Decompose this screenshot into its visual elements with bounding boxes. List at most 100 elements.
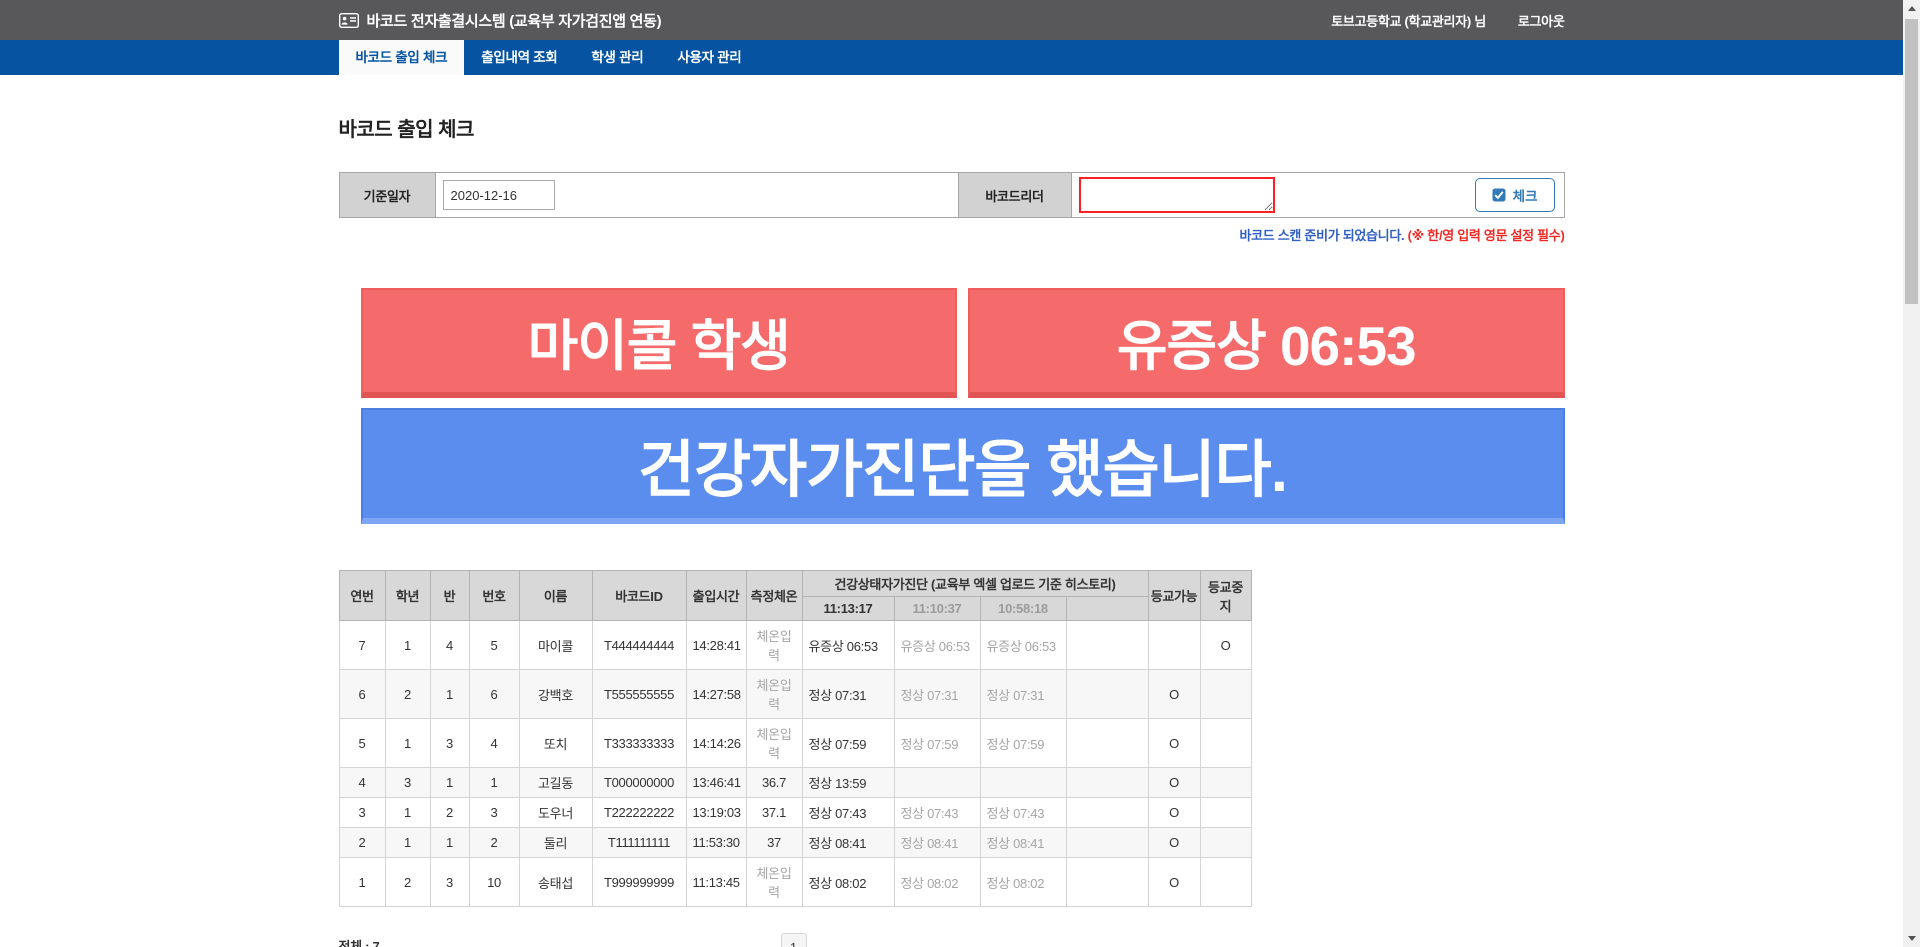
table-cell: T999999999 xyxy=(592,858,686,907)
table-cell: 14:14:26 xyxy=(686,719,746,768)
table-cell: 1 xyxy=(385,828,430,858)
table-cell xyxy=(980,768,1066,798)
table-cell: 정상 07:31 xyxy=(980,670,1066,719)
table-cell: 정상 07:43 xyxy=(894,798,980,828)
logout-link[interactable]: 로그아웃 xyxy=(1518,11,1565,30)
scrollbar-thumb[interactable] xyxy=(1905,19,1918,304)
table-cell: 정상 08:41 xyxy=(894,828,980,858)
table-cell: O xyxy=(1148,858,1200,907)
table-cell: 정상 07:31 xyxy=(894,670,980,719)
table-cell: 유증상 06:53 xyxy=(802,621,894,670)
table-cell: O xyxy=(1200,621,1251,670)
app-header: 바코드 전자출결시스템 (교육부 자가검진앱 연동) 토브고등학교 (학교관리자… xyxy=(0,0,1903,40)
scan-result-area: 마이콜 학생 유증상 06:53 건강자가진단을 했습니다. xyxy=(339,288,1565,524)
table-cell: 4 xyxy=(339,768,385,798)
col-header-history-2: 11:10:37 xyxy=(894,597,980,621)
table-row: 2112둘리T11111111111:53:3037정상 08:41정상 08:… xyxy=(339,828,1251,858)
table-cell: 정상 07:43 xyxy=(802,798,894,828)
col-header-class: 반 xyxy=(430,571,469,621)
table-cell: 정상 07:59 xyxy=(802,719,894,768)
scroll-down-arrow[interactable] xyxy=(1903,930,1920,947)
table-cell xyxy=(1066,621,1148,670)
date-label: 기준일자 xyxy=(340,173,436,217)
table-cell: 14:28:41 xyxy=(686,621,746,670)
table-cell: 또치 xyxy=(519,719,592,768)
diagnosis-message-box: 건강자가진단을 했습니다. xyxy=(361,408,1565,524)
table-row: 4311고길동T00000000013:46:4136.7정상 13:59O xyxy=(339,768,1251,798)
check-button-label: 체크 xyxy=(1513,185,1538,205)
app-title: 바코드 전자출결시스템 (교육부 자가검진앱 연동) xyxy=(367,10,662,31)
table-cell: 2 xyxy=(339,828,385,858)
table-cell: 2 xyxy=(385,670,430,719)
table-cell: 고길동 xyxy=(519,768,592,798)
table-cell: O xyxy=(1148,798,1200,828)
scroll-up-arrow[interactable] xyxy=(1903,0,1920,17)
table-cell: T333333333 xyxy=(592,719,686,768)
table-cell: 11:13:45 xyxy=(686,858,746,907)
table-cell: 정상 08:02 xyxy=(894,858,980,907)
table-cell: O xyxy=(1148,670,1200,719)
pagination-page-1[interactable]: 1 xyxy=(781,933,807,947)
barcode-reader-input[interactable] xyxy=(1079,177,1275,213)
table-cell: T555555555 xyxy=(592,670,686,719)
table-footer: 전체 : 7 1 xyxy=(339,933,1251,947)
table-cell xyxy=(1066,768,1148,798)
table-cell: 5 xyxy=(469,621,519,670)
total-count: 전체 : 7 xyxy=(339,939,380,947)
table-cell: 6 xyxy=(469,670,519,719)
col-header-history-3: 10:58:18 xyxy=(980,597,1066,621)
table-cell: T444444444 xyxy=(592,621,686,670)
group-header-self-diagnosis: 건강상태자가진단 (교육부 엑셀 업로드 기준 히스토리) xyxy=(802,571,1148,597)
col-header-history-1: 11:13:17 xyxy=(802,597,894,621)
check-button[interactable]: 체크 xyxy=(1475,178,1555,212)
table-cell: 3 xyxy=(385,768,430,798)
col-header-temperature: 측정체온 xyxy=(746,571,802,621)
table-cell xyxy=(1066,798,1148,828)
table-cell: T000000000 xyxy=(592,768,686,798)
vertical-scrollbar[interactable] xyxy=(1903,0,1920,947)
table-cell: 5 xyxy=(339,719,385,768)
col-header-no: 연번 xyxy=(339,571,385,621)
table-cell: 11:53:30 xyxy=(686,828,746,858)
table-cell xyxy=(1148,621,1200,670)
temp-input-link[interactable]: 체온입력 xyxy=(746,719,802,768)
table-cell: 1 xyxy=(385,798,430,828)
date-input[interactable] xyxy=(443,180,555,210)
tab-barcode-entry-check[interactable]: 바코드 출입 체크 xyxy=(339,40,465,75)
table-cell: 13:19:03 xyxy=(686,798,746,828)
col-header-entry-time: 출입시간 xyxy=(686,571,746,621)
table-cell: 3 xyxy=(430,719,469,768)
table-cell: 유증상 06:53 xyxy=(980,621,1066,670)
table-cell xyxy=(1066,828,1148,858)
scan-form: 기준일자 바코드리더 체크 xyxy=(339,172,1565,218)
table-cell: 1 xyxy=(430,768,469,798)
table-cell: 정상 07:59 xyxy=(980,719,1066,768)
table-cell: 2 xyxy=(469,828,519,858)
table-row: 5134또치T33333333314:14:26체온입력정상 07:59정상 0… xyxy=(339,719,1251,768)
table-cell: 정상 07:43 xyxy=(980,798,1066,828)
table-row: 12310송태섭T99999999911:13:45체온입력정상 08:02정상… xyxy=(339,858,1251,907)
table-cell: 13:46:41 xyxy=(686,768,746,798)
tab-entry-history[interactable]: 출입내역 조회 xyxy=(464,40,574,75)
table-row: 3123도우너T22222222213:19:0337.1정상 07:43정상 … xyxy=(339,798,1251,828)
temp-input-link[interactable]: 체온입력 xyxy=(746,858,802,907)
tab-user-management[interactable]: 사용자 관리 xyxy=(660,40,758,75)
table-body: 7145마이콜T44444444414:28:41체온입력유증상 06:53유증… xyxy=(339,621,1251,907)
table-cell: 1 xyxy=(430,828,469,858)
table-cell: O xyxy=(1148,768,1200,798)
table-cell: T222222222 xyxy=(592,798,686,828)
table-cell: 송태섭 xyxy=(519,858,592,907)
table-cell: 2 xyxy=(430,798,469,828)
table-cell: 1 xyxy=(430,670,469,719)
tab-student-management[interactable]: 학생 관리 xyxy=(574,40,660,75)
temp-input-link[interactable]: 체온입력 xyxy=(746,670,802,719)
student-name-box: 마이콜 학생 xyxy=(361,288,958,398)
page-title: 바코드 출입 체크 xyxy=(339,113,1565,142)
table-cell xyxy=(1200,828,1251,858)
date-cell xyxy=(436,173,958,217)
table-cell: 정상 07:31 xyxy=(802,670,894,719)
ime-warning-text: (※ 한/영 입력 영문 설정 필수) xyxy=(1408,228,1565,243)
table-cell xyxy=(1200,798,1251,828)
temp-input-link[interactable]: 체온입력 xyxy=(746,621,802,670)
table-cell: 도우너 xyxy=(519,798,592,828)
